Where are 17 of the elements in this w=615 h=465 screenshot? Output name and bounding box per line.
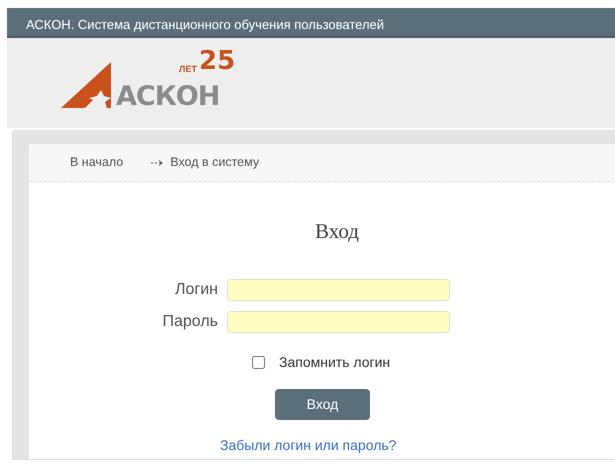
- field-label: Пароль: [161, 312, 219, 332]
- breadcrumb-link[interactable]: Вход в систему: [170, 155, 260, 170]
- remember-label: Запомнить логин: [279, 352, 390, 372]
- breadcrumb-link[interactable]: В начало: [70, 155, 124, 170]
- field-label: Логин: [174, 280, 219, 300]
- forgot-link[interactable]: Забыли логин или пароль?: [220, 434, 396, 456]
- logo-wordmark: АСКОН: [116, 83, 220, 110]
- site-title: АСКОН. Система дистанционного обучения пользователей: [26, 17, 384, 32]
- logo-triangle-icon: [61, 62, 113, 108]
- remember-checkbox[interactable]: [252, 356, 265, 368]
- login-field[interactable]: [227, 278, 450, 300]
- form-title: Вход: [314, 218, 360, 245]
- logo-number: 25: [199, 48, 236, 74]
- password-field[interactable]: [227, 310, 450, 332]
- login-button[interactable]: Вход: [275, 388, 370, 420]
- logo-caption: ЛЕТ: [179, 64, 197, 74]
- arrow-icon: [151, 160, 164, 166]
